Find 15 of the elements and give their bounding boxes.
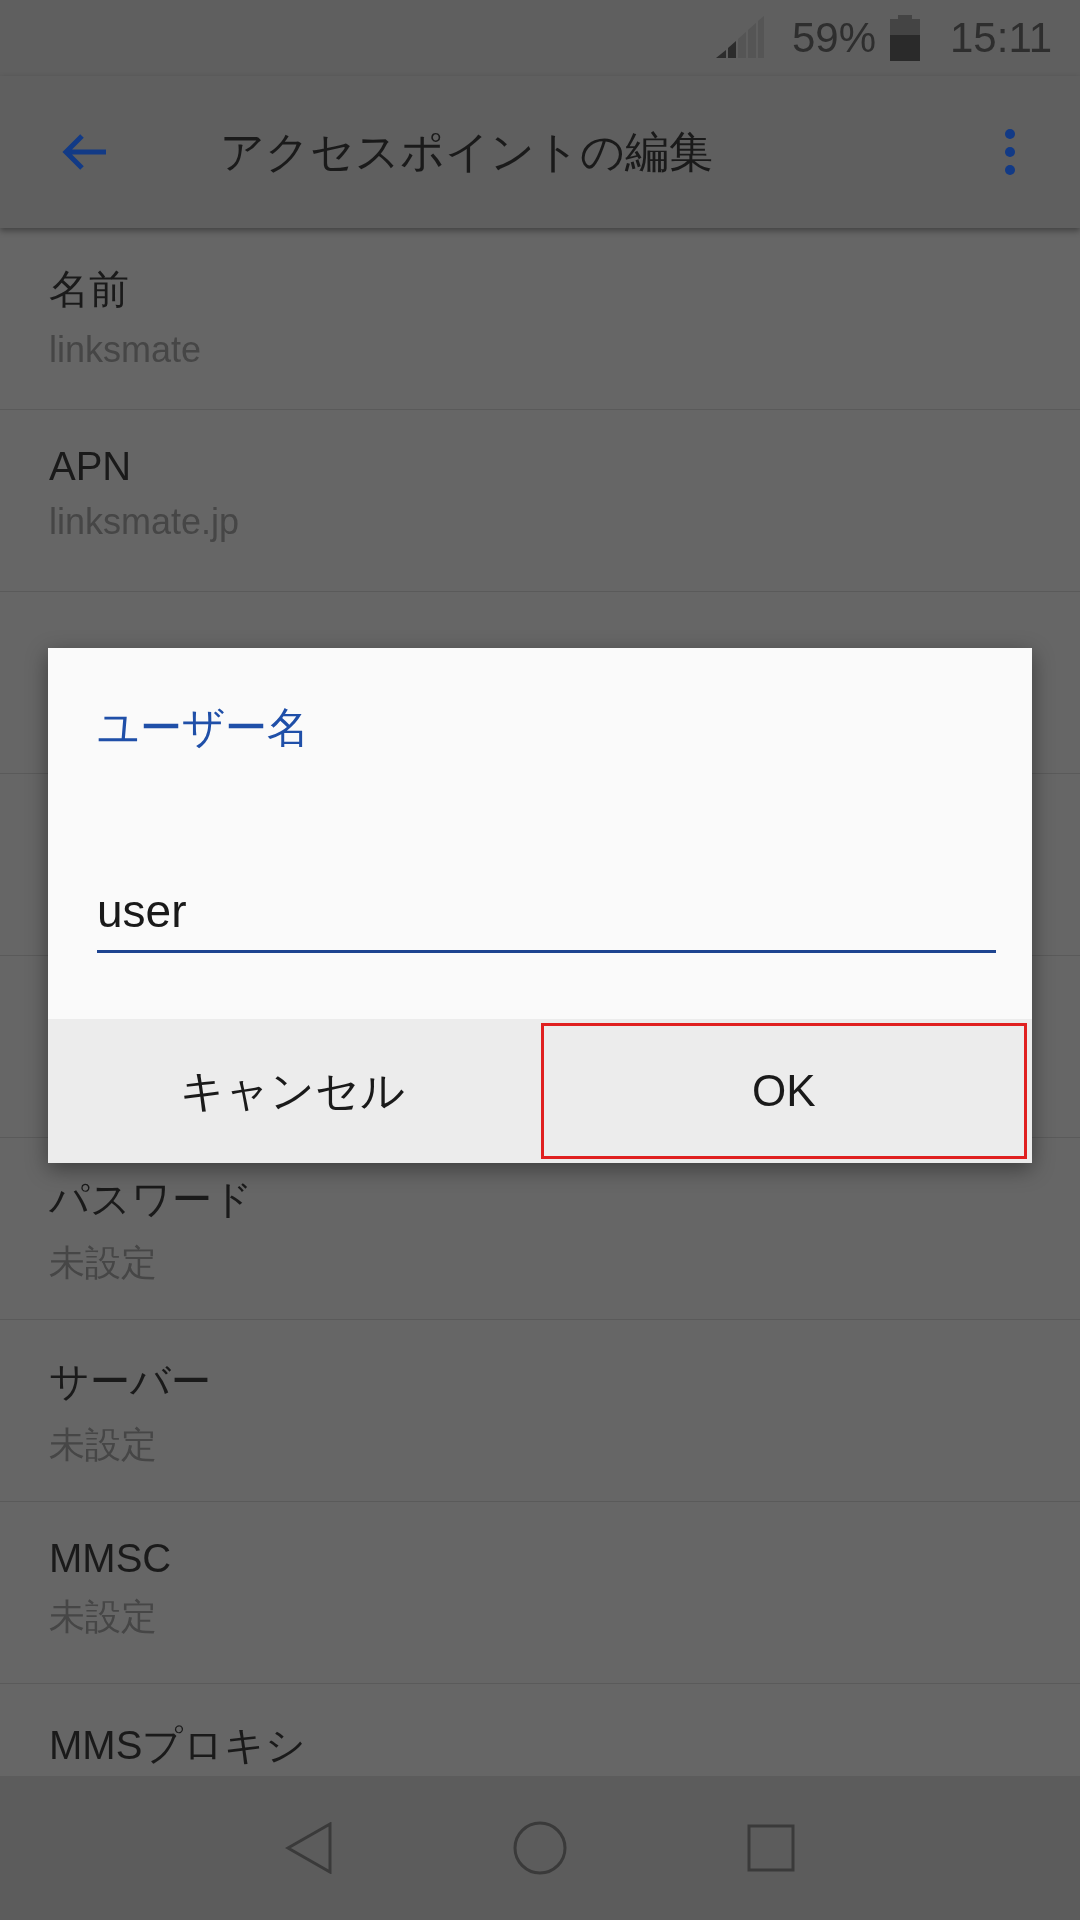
setting-title: MMSC <box>49 1536 173 1581</box>
setting-title: MMSプロキシ <box>49 1722 308 1769</box>
setting-title: 名前 <box>49 266 130 313</box>
setting-title: APN <box>49 444 133 489</box>
setting-title: パスワード <box>49 1176 254 1223</box>
text-input-field[interactable]: user <box>97 884 996 953</box>
screen-title: アクセスポイントの編集 <box>220 125 714 178</box>
recents-square-icon[interactable] <box>747 1824 795 1872</box>
home-circle-icon[interactable] <box>513 1821 567 1875</box>
battery-icon <box>890 15 920 61</box>
more-options-icon[interactable] <box>1004 128 1016 176</box>
back-triangle-icon[interactable] <box>285 1822 333 1874</box>
setting-title: サーバー <box>49 1358 212 1405</box>
dialog-title: ユーザー名 <box>97 703 310 753</box>
ok-button[interactable]: OK <box>540 1023 1027 1159</box>
